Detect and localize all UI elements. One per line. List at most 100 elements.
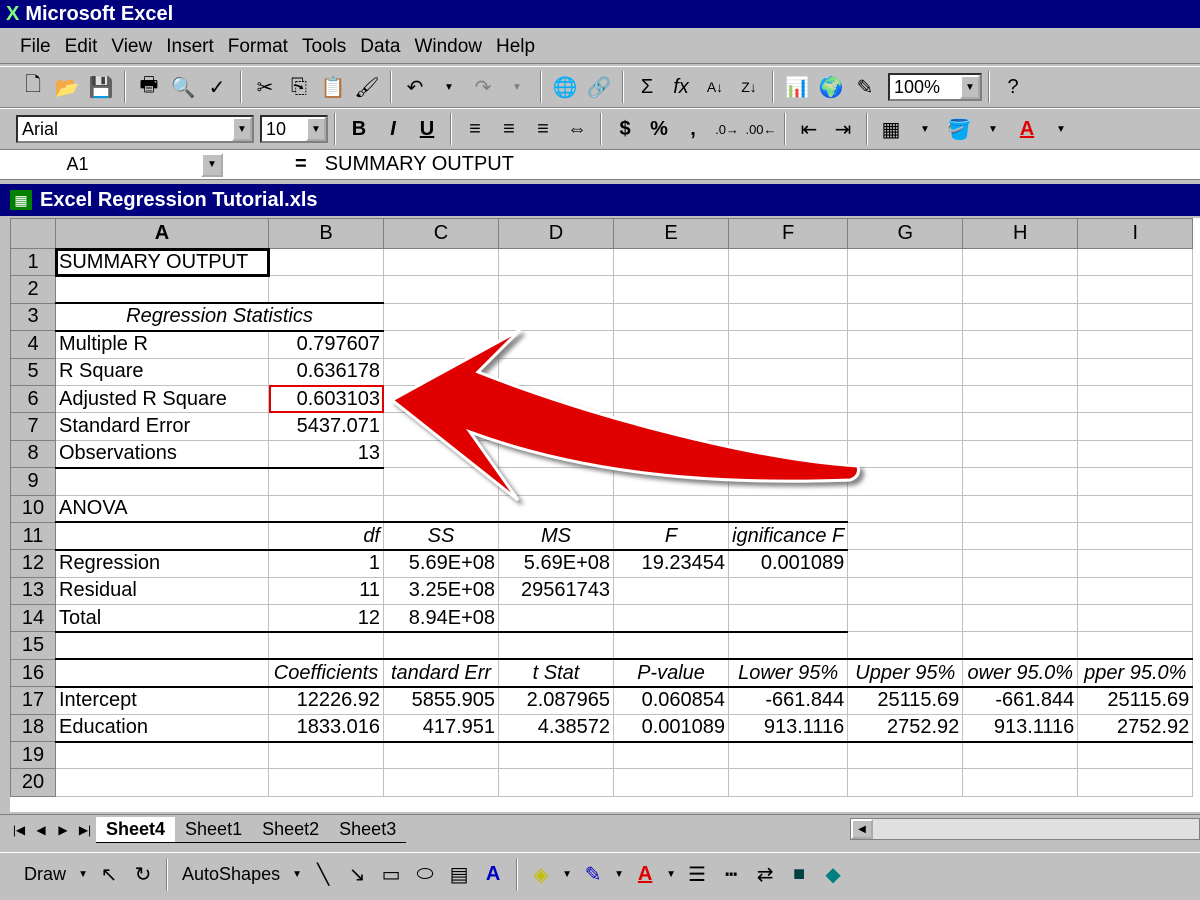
cell-H11[interactable] <box>962 521 1079 551</box>
next-sheet-icon[interactable]: ▶ <box>52 819 74 841</box>
insert-hyperlink-icon[interactable]: 🌐 <box>550 72 580 102</box>
cell-F11[interactable]: ignificance F <box>727 521 849 551</box>
cell-E12[interactable]: 19.23454 <box>613 549 729 578</box>
rectangle-icon[interactable]: ▭ <box>376 860 406 890</box>
cell-E1[interactable] <box>613 247 729 277</box>
cell-F5[interactable] <box>727 357 849 386</box>
column-header[interactable]: I <box>1077 218 1194 249</box>
cell-I17[interactable]: 25115.69 <box>1077 686 1194 715</box>
font-color-dropdown-icon[interactable]: ▼ <box>664 860 678 890</box>
cell-E13[interactable] <box>613 576 729 606</box>
cell-E9[interactable] <box>613 467 729 496</box>
redo-icon[interactable]: ↷ <box>468 72 498 102</box>
print-preview-icon[interactable]: 🔍 <box>168 72 198 102</box>
row-header[interactable]: 1 <box>10 247 56 277</box>
cell-E7[interactable] <box>613 412 729 441</box>
row-header[interactable]: 5 <box>10 357 56 386</box>
worksheet-grid[interactable]: A B C D E F G H I 1 SUMMARY OUTPUT 2 3 Regre… <box>10 218 1200 812</box>
cell-B7[interactable]: 5437.071 <box>268 412 384 441</box>
row-header[interactable]: 18 <box>10 713 56 743</box>
cell-H8[interactable] <box>962 439 1079 469</box>
line-color-dropdown-icon[interactable]: ▼ <box>612 860 626 890</box>
cell-I13[interactable] <box>1077 576 1194 606</box>
cell-H4[interactable] <box>962 330 1079 359</box>
undo-icon[interactable]: ↶ <box>400 72 430 102</box>
cell-E10[interactable] <box>613 494 729 524</box>
cell-B8[interactable]: 13 <box>268 439 384 469</box>
cell-H20[interactable] <box>962 768 1079 797</box>
cell-F2[interactable] <box>727 275 849 304</box>
cell-G5[interactable] <box>847 357 964 386</box>
decrease-indent-icon[interactable]: ⇤ <box>794 114 824 144</box>
currency-button[interactable]: $ <box>610 114 640 144</box>
cell-H12[interactable] <box>962 549 1079 578</box>
cell-C4[interactable] <box>383 330 499 359</box>
cell-C13[interactable]: 3.25E+08 <box>383 576 499 606</box>
cell-B5[interactable]: 0.636178 <box>268 357 384 386</box>
menu-tools[interactable]: Tools <box>302 36 346 58</box>
3d-icon[interactable]: ◆ <box>818 860 848 890</box>
autosum-icon[interactable]: Σ <box>632 72 662 102</box>
cell-F12[interactable]: 0.001089 <box>727 549 849 578</box>
cell-D14[interactable] <box>498 604 614 633</box>
cell-E17[interactable]: 0.060854 <box>613 686 729 715</box>
row-header[interactable]: 17 <box>10 686 56 715</box>
cell-B12[interactable]: 1 <box>268 549 384 578</box>
cell-B11[interactable]: df <box>268 521 384 551</box>
cell-A13[interactable]: Residual <box>55 576 269 606</box>
cell-F9[interactable] <box>727 467 849 496</box>
cell-I7[interactable] <box>1077 412 1194 441</box>
cell-H13[interactable] <box>962 576 1079 606</box>
column-header[interactable]: F <box>727 218 849 249</box>
cell-D13[interactable]: 29561743 <box>498 576 614 606</box>
column-header[interactable]: E <box>613 218 729 249</box>
cell-B20[interactable] <box>268 768 384 797</box>
increase-decimal-icon[interactable]: .0→ <box>712 114 742 144</box>
font-select[interactable]: Arial ▼ <box>16 115 254 143</box>
cell-A4[interactable]: Multiple R <box>55 330 269 359</box>
menu-file[interactable]: File <box>20 36 51 58</box>
column-header[interactable]: A <box>55 218 269 249</box>
cell-G14[interactable] <box>847 604 964 633</box>
cell-D16[interactable]: t Stat <box>498 658 614 688</box>
font-size-select[interactable]: 10 ▼ <box>260 115 328 143</box>
row-header[interactable]: 12 <box>10 549 56 578</box>
cell-H18[interactable]: 913.1116 <box>962 713 1079 743</box>
cell-C20[interactable] <box>383 768 499 797</box>
column-header[interactable]: D <box>498 218 614 249</box>
zoom-select[interactable]: 100% ▼ <box>888 73 982 101</box>
cell-A9[interactable] <box>55 467 269 496</box>
cell-I9[interactable] <box>1077 467 1194 496</box>
format-painter-icon[interactable]: 🖌 <box>352 72 382 102</box>
cell-G11[interactable] <box>847 521 964 551</box>
cell-D2[interactable] <box>498 275 614 304</box>
italic-button[interactable]: I <box>378 114 408 144</box>
copy-icon[interactable]: ⎘ <box>284 72 314 102</box>
cell-B15[interactable] <box>268 631 384 661</box>
cell-B13[interactable]: 11 <box>268 576 384 606</box>
cell-I11[interactable] <box>1077 521 1194 551</box>
sheet-tab-sheet4[interactable]: Sheet4 <box>96 816 176 843</box>
fill-color-dropdown-icon[interactable]: ▼ <box>560 860 574 890</box>
font-color-dropdown-icon[interactable]: ▼ <box>1046 114 1076 144</box>
cell-D8[interactable] <box>498 439 614 469</box>
row-header[interactable]: 15 <box>10 631 56 660</box>
cell-F13[interactable] <box>727 576 849 606</box>
row-header[interactable]: 9 <box>10 467 56 496</box>
cell-I20[interactable] <box>1077 768 1194 797</box>
cell-H6[interactable] <box>962 384 1079 414</box>
cell-G19[interactable] <box>847 741 964 770</box>
name-box[interactable]: A1 ▼ <box>0 152 225 178</box>
cell-G8[interactable] <box>847 439 964 469</box>
underline-button[interactable]: U <box>412 114 442 144</box>
menu-view[interactable]: View <box>111 36 152 58</box>
draw-menu-button[interactable]: Draw <box>24 864 66 885</box>
spelling-icon[interactable]: ✓ <box>202 72 232 102</box>
sheet-tab-sheet2[interactable]: Sheet2 <box>252 817 330 843</box>
cell-D7[interactable] <box>498 412 614 441</box>
cell-G18[interactable]: 2752.92 <box>847 713 964 743</box>
cell-G20[interactable] <box>847 768 964 797</box>
cell-C9[interactable] <box>383 467 499 496</box>
cell-G1[interactable] <box>847 247 964 277</box>
cell-E20[interactable] <box>613 768 729 797</box>
